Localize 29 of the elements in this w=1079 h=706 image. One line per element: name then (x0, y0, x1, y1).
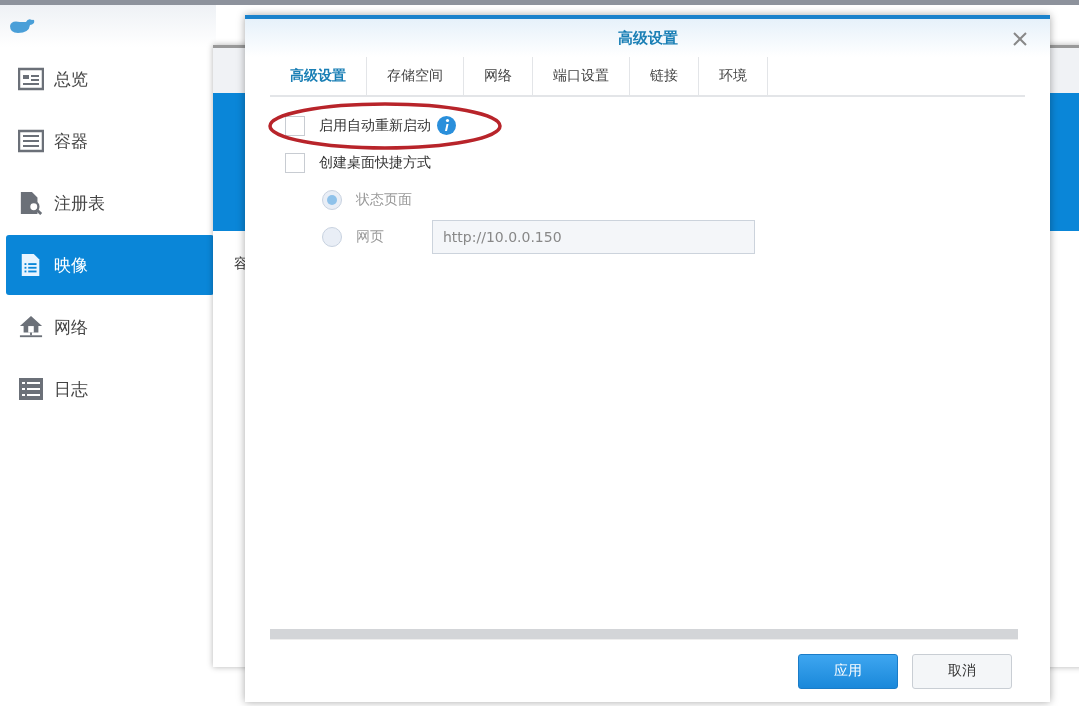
house-network-icon (18, 315, 44, 339)
tab[interactable]: 链接 (630, 57, 699, 95)
sidebar-item[interactable]: 日志 (6, 359, 214, 419)
dialog-title: 高级设置 (617, 28, 678, 48)
sidebar-item[interactable]: 注册表 (6, 173, 214, 233)
checkbox[interactable] (285, 152, 305, 173)
tab[interactable]: 环境 (699, 57, 768, 95)
checkbox[interactable] (285, 115, 305, 136)
sidebar-item[interactable]: 总览 (6, 49, 214, 109)
checkbox-label: 启用自动重新启动 (319, 116, 431, 135)
close-icon[interactable] (1012, 31, 1028, 47)
list-icon (18, 377, 44, 401)
radio-label: 网页 (356, 227, 384, 246)
id-card-icon (18, 67, 44, 91)
tab[interactable]: 端口设置 (533, 57, 630, 95)
sidebar-item[interactable]: 容器 (6, 111, 214, 171)
sidebar-item[interactable]: 映像 (6, 235, 214, 295)
sidebar-item[interactable]: 网络 (6, 297, 214, 357)
list-box-icon (18, 129, 44, 153)
cancel-button[interactable]: 取消 (912, 653, 1012, 689)
scrollbar[interactable] (270, 629, 1018, 640)
checkbox-label: 创建桌面快捷方式 (319, 153, 431, 172)
tab[interactable]: 高级设置 (270, 57, 367, 95)
info-icon[interactable] (437, 116, 456, 135)
tab[interactable]: 存储空间 (367, 57, 464, 95)
tab[interactable]: 网络 (464, 57, 533, 95)
radio-label: 状态页面 (356, 190, 412, 209)
document-search-icon (18, 191, 44, 215)
whale-icon (8, 17, 36, 35)
